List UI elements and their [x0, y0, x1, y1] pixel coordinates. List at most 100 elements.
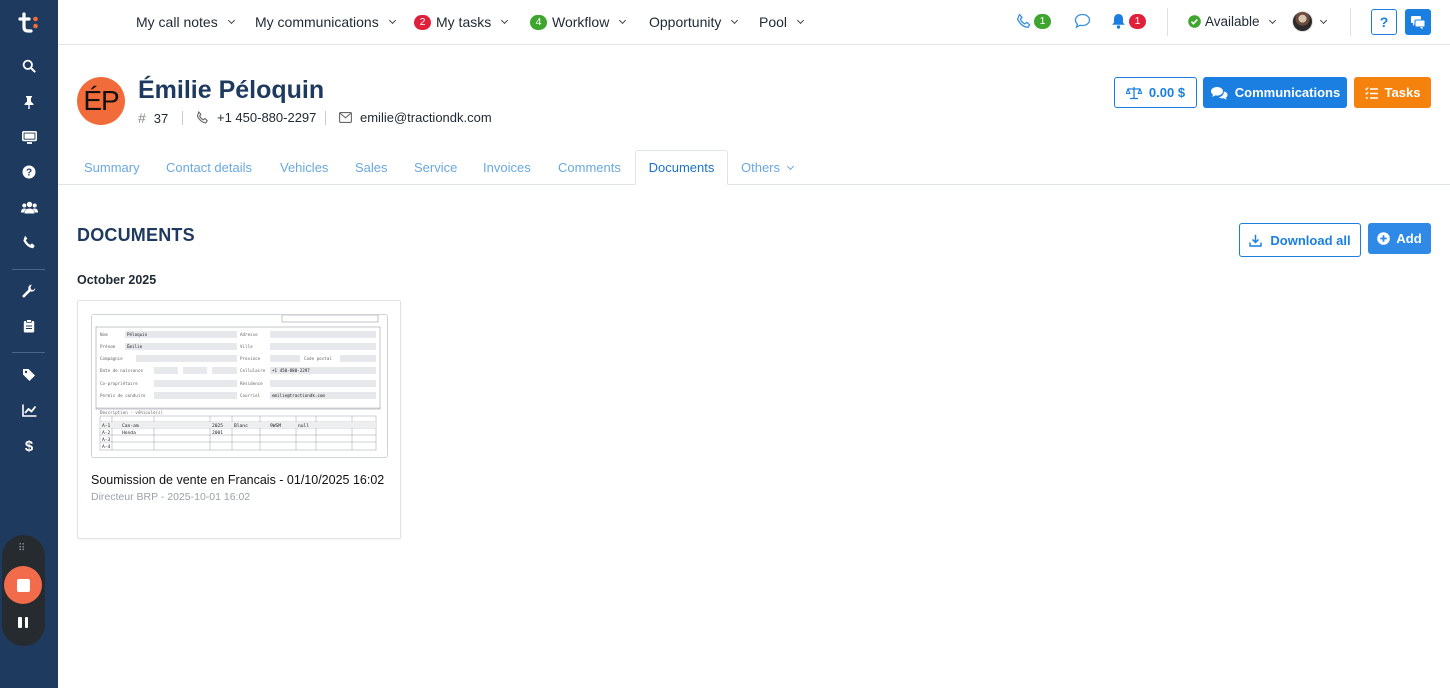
- contact-avatar: ÉP: [77, 77, 125, 125]
- users-icon[interactable]: [20, 198, 38, 216]
- svg-text:Courriel: Courriel: [240, 393, 261, 398]
- chat-bubbles-icon: [1411, 15, 1426, 29]
- balance-button[interactable]: 0.00 $: [1114, 77, 1197, 108]
- nav-label: Workflow: [552, 14, 610, 30]
- chat-icon[interactable]: [1074, 13, 1091, 29]
- notifications-button[interactable]: 1: [1111, 13, 1146, 29]
- nav-workflow[interactable]: 4 Workflow: [530, 14, 627, 30]
- tab-contact-details[interactable]: Contact details: [166, 160, 252, 175]
- svg-text:Prénom: Prénom: [100, 344, 116, 349]
- notification-count-badge: 1: [1129, 13, 1146, 29]
- tab-vehicles[interactable]: Vehicles: [280, 160, 328, 175]
- nav-label: Opportunity: [649, 14, 722, 30]
- drag-handle-icon[interactable]: ⠿: [18, 543, 26, 554]
- phone-calls-button[interactable]: 1: [1016, 13, 1051, 29]
- tasks-button[interactable]: Tasks: [1354, 77, 1431, 108]
- tasks-count-badge: 2: [414, 14, 431, 30]
- document-card[interactable]: Nom Péloquin Adresse Prénom Émilie Ville Com…: [77, 300, 401, 539]
- tab-documents[interactable]: Documents: [635, 150, 728, 185]
- chevron-down-icon: [501, 16, 509, 25]
- tag-icon[interactable]: [20, 366, 38, 384]
- chevron-down-icon: [388, 16, 396, 25]
- svg-text:A-1: A-1: [102, 423, 111, 429]
- svg-text:Code postal: Code postal: [304, 356, 332, 361]
- top-navigation-bar: My call notes My communications 2 My tas…: [58, 0, 1450, 45]
- check-circle-icon: [1188, 15, 1201, 28]
- tab-sales[interactable]: Sales: [355, 160, 388, 175]
- user-menu[interactable]: [1292, 11, 1328, 32]
- nav-label: My communications: [255, 14, 379, 30]
- clipboard-icon[interactable]: [20, 317, 38, 335]
- pin-icon[interactable]: [20, 93, 38, 111]
- nav-opportunity[interactable]: Opportunity: [649, 14, 739, 30]
- svg-text:Description - véhicule(s): Description - véhicule(s): [100, 410, 163, 415]
- svg-text:Can-am: Can-am: [122, 423, 139, 429]
- nav-my-call-notes[interactable]: My call notes: [136, 14, 235, 30]
- phone-icon: [1016, 13, 1031, 29]
- search-icon[interactable]: [20, 57, 38, 75]
- svg-text:?: ?: [26, 168, 32, 179]
- svg-text:Co-propriétaire: Co-propriétaire: [100, 381, 138, 386]
- help-circle-icon[interactable]: ?: [20, 163, 38, 181]
- chevron-down-icon: [796, 16, 805, 25]
- add-document-button[interactable]: Add: [1368, 223, 1431, 254]
- messenger-button[interactable]: [1405, 9, 1431, 35]
- phone-icon: [196, 111, 208, 124]
- tab-summary[interactable]: Summary: [84, 160, 140, 175]
- communications-label: Communications: [1234, 85, 1341, 100]
- topbar-divider: [1350, 8, 1351, 36]
- dollar-icon[interactable]: $: [20, 436, 38, 454]
- tasks-label: Tasks: [1384, 85, 1421, 100]
- tab-others-label: Others: [741, 160, 781, 175]
- svg-text:A-3: A-3: [102, 437, 111, 443]
- svg-text:Date de naissance: Date de naissance: [100, 368, 143, 373]
- help-button[interactable]: ?: [1371, 9, 1397, 35]
- chart-line-icon[interactable]: [20, 401, 38, 419]
- contact-email[interactable]: emilie@tractiondk.com: [339, 110, 492, 125]
- stop-recording-button[interactable]: [4, 566, 42, 604]
- tab-invoices[interactable]: Invoices: [483, 160, 531, 175]
- sidebar: ? $ ⠿: [0, 0, 58, 688]
- chevron-down-icon: [1319, 16, 1328, 24]
- svg-text:2001: 2001: [212, 430, 223, 436]
- chevron-down-icon: [731, 16, 739, 25]
- tab-comments[interactable]: Comments: [558, 160, 621, 175]
- download-all-button[interactable]: Download all: [1239, 223, 1361, 257]
- nav-label: Pool: [759, 14, 788, 30]
- sidebar-divider: [12, 352, 45, 353]
- communications-button[interactable]: Communications: [1203, 77, 1347, 108]
- document-title[interactable]: Soumission de vente en Francais - 01/10/…: [91, 473, 391, 487]
- nav-my-communications[interactable]: My communications: [255, 14, 396, 30]
- contact-phone[interactable]: +1 450-880-2297: [196, 110, 316, 125]
- svg-text:Province: Province: [240, 356, 261, 361]
- nav-label: My tasks: [436, 14, 492, 30]
- wrench-icon[interactable]: [20, 282, 38, 300]
- svg-text:Adresse: Adresse: [240, 332, 258, 337]
- chevron-down-icon: [227, 16, 235, 25]
- traction-logo[interactable]: [17, 11, 41, 35]
- document-group-date: October 2025: [77, 273, 157, 287]
- monitor-icon[interactable]: [20, 128, 38, 146]
- phone-icon[interactable]: [20, 233, 38, 251]
- svg-text:Cellulaire: Cellulaire: [240, 368, 266, 373]
- document-subtitle: Directeur BRP - 2025-10-01 16:02: [91, 491, 251, 503]
- availability-status-dropdown[interactable]: Available: [1188, 14, 1276, 29]
- section-title: DOCUMENTS: [77, 225, 195, 245]
- tab-service[interactable]: Service: [414, 160, 457, 175]
- meta-divider: [182, 111, 183, 125]
- pause-recording-button[interactable]: [18, 617, 28, 629]
- svg-text:Émilie: Émilie: [127, 344, 143, 349]
- contact-email-value: emilie@tractiondk.com: [360, 110, 492, 125]
- download-icon: [1249, 234, 1263, 247]
- svg-text:A-2: A-2: [102, 430, 111, 436]
- nav-my-tasks[interactable]: 2 My tasks: [414, 14, 509, 30]
- plus-circle-icon: [1377, 232, 1391, 245]
- scale-icon: [1125, 86, 1142, 99]
- task-list-icon: [1364, 86, 1378, 99]
- svg-text:2025: 2025: [212, 423, 223, 429]
- svg-text:Péloquin: Péloquin: [127, 332, 148, 337]
- contact-id-value: 37: [153, 110, 169, 126]
- document-thumbnail: Nom Péloquin Adresse Prénom Émilie Ville Com…: [91, 314, 388, 458]
- tab-others[interactable]: Others: [741, 160, 795, 175]
- nav-pool[interactable]: Pool: [759, 14, 805, 30]
